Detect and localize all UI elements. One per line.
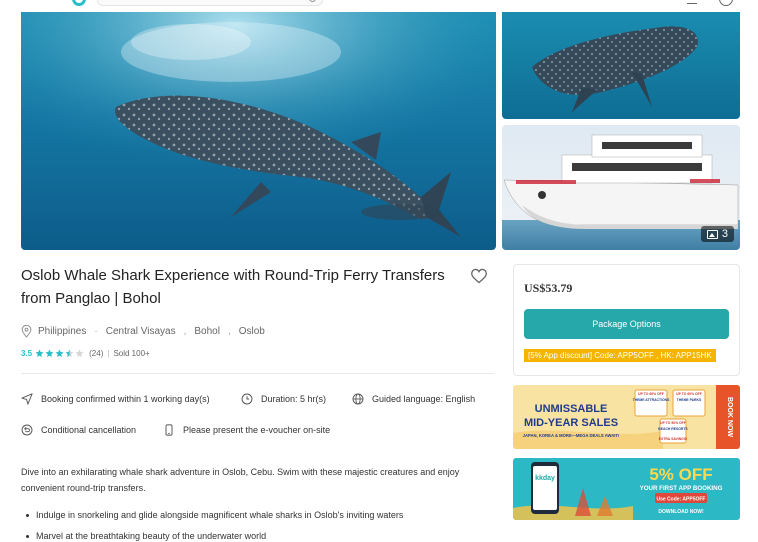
wishlist-heart-icon[interactable] — [470, 268, 488, 284]
app-promo-code: Use Code: APP5OFF — [657, 496, 706, 502]
star-filled-icon — [35, 349, 44, 358]
download-now-label: DOWNLOAD NOW! — [658, 509, 704, 515]
rating-divider: | — [107, 349, 110, 358]
sale-tile-category: BEACH RESORTS — [658, 427, 688, 431]
whale-shark-underwater-image — [21, 12, 496, 250]
gallery-photo-ferry-boat[interactable]: 3 — [502, 125, 740, 250]
sale-line2: MID-YEAR SALES — [524, 417, 618, 429]
gallery-main-photo-whale-shark[interactable] — [21, 12, 496, 250]
whale-shark-image — [502, 12, 740, 119]
app-offer-line: YOUR FIRST APP BOOKING — [640, 485, 723, 492]
gallery-photo-whale-shark-swimming[interactable] — [502, 12, 740, 119]
photo-count: 3 — [721, 228, 728, 240]
top-navigation-bar — [0, 0, 758, 12]
kkday-logo[interactable] — [72, 0, 86, 6]
highlight-item: Marvel at the breathtaking beauty of the… — [26, 526, 403, 542]
location-province[interactable]: Bohol — [194, 326, 220, 337]
mid-year-sales-banner-graphic: UNMISSABLE MID-YEAR SALES JAPAN, KOREA &… — [513, 385, 740, 449]
rating-score: 3.5 — [21, 349, 33, 358]
location-breadcrumb: Philippines · Central Visayas , Bohol , … — [21, 325, 265, 338]
review-count: (24) — [89, 349, 104, 358]
sale-tile-discount: UP TO 60% OFF — [676, 392, 702, 396]
kkday-logo-text: kkday — [535, 475, 555, 482]
cancellation-policy-icon — [21, 424, 33, 436]
location-separator: , — [227, 326, 231, 337]
location-country[interactable]: Philippines — [38, 326, 86, 337]
user-avatar-icon[interactable] — [719, 0, 733, 6]
mobile-phone-icon — [165, 424, 173, 436]
sale-subline: JAPAN, KOREA & MORE—MEGA DEALS AWAIT! — [523, 433, 620, 438]
section-divider — [21, 373, 494, 374]
rating-summary[interactable]: 3.5 (24) | Sold 100+ — [21, 349, 150, 358]
sale-line1: UNMISSABLE — [535, 403, 608, 415]
star-half-icon — [65, 349, 74, 358]
feature-language-label: Guided language: English — [372, 394, 476, 404]
feature-voucher: Please present the e-voucher on-site — [163, 424, 330, 436]
app-download-banner-graphic: kkday 5% OFF YOUR FIRST APP BOOKING Use … — [513, 458, 740, 520]
highlights-list: Indulge in snorkeling and glide alongsid… — [26, 505, 403, 542]
feature-confirmation-label: Booking confirmed within 1 working day(s… — [41, 394, 210, 404]
location-pin-icon — [21, 325, 32, 338]
book-now-label: BOOK NOW — [726, 397, 733, 437]
feature-cancellation[interactable]: Conditional cancellation — [21, 424, 136, 436]
search-icon — [309, 0, 316, 2]
star-empty-icon — [75, 349, 84, 358]
star-filled-icon — [45, 349, 54, 358]
product-description: Dive into an exhilarating whale shark ad… — [21, 467, 460, 493]
photo-count-badge[interactable]: 3 — [700, 226, 734, 242]
search-input[interactable] — [97, 0, 323, 6]
sale-tile-discount: UP TO 60% OFF — [638, 392, 664, 396]
sale-tile-discount: UP TO 50% OFF — [660, 421, 686, 425]
globe-icon — [352, 393, 364, 405]
app-offer-headline: 5% OFF — [649, 465, 712, 484]
app-download-banner[interactable]: kkday 5% OFF YOUR FIRST APP BOOKING Use … — [513, 458, 740, 520]
cart-icon[interactable] — [687, 0, 697, 4]
sold-count: Sold 100+ — [113, 349, 150, 358]
location-city[interactable]: Oslob — [239, 326, 265, 337]
location-region[interactable]: Central Visayas — [106, 326, 176, 337]
feature-cancellation-label: Conditional cancellation — [41, 425, 137, 435]
booking-price-card: US$53.79 Package Options [5% App discoun… — [513, 264, 740, 376]
highlight-item: Indulge in snorkeling and glide alongsid… — [26, 505, 403, 526]
feature-language: Guided language: English — [352, 393, 475, 405]
app-discount-promo-badge: [5% App discount] Code: APP5OFF , HK: AP… — [524, 349, 716, 362]
product-title: Oslob Whale Shark Experience with Round-… — [21, 267, 445, 307]
price: US$53.79 — [524, 281, 573, 295]
send-icon — [21, 393, 33, 405]
mid-year-sales-banner[interactable]: UNMISSABLE MID-YEAR SALES JAPAN, KOREA &… — [513, 385, 740, 449]
feature-duration: Duration: 5 hr(s) — [241, 393, 326, 405]
package-options-button[interactable]: Package Options — [524, 309, 729, 339]
clock-icon — [241, 393, 253, 405]
image-gallery-icon — [706, 229, 718, 239]
rating-stars — [35, 349, 84, 358]
feature-duration-label: Duration: 5 hr(s) — [261, 394, 327, 404]
location-separator: , — [183, 326, 187, 337]
sale-tile-category: THEME ATTRACTIONS — [633, 398, 670, 402]
location-separator: · — [94, 326, 98, 337]
sale-extra-savings: EXTRA SAVINGS! — [659, 437, 687, 441]
sale-tile-category: THEME PARKS — [677, 398, 702, 402]
feature-voucher-label: Please present the e-voucher on-site — [183, 425, 331, 435]
star-filled-icon — [55, 349, 64, 358]
feature-confirmation: Booking confirmed within 1 working day(s… — [21, 393, 210, 405]
